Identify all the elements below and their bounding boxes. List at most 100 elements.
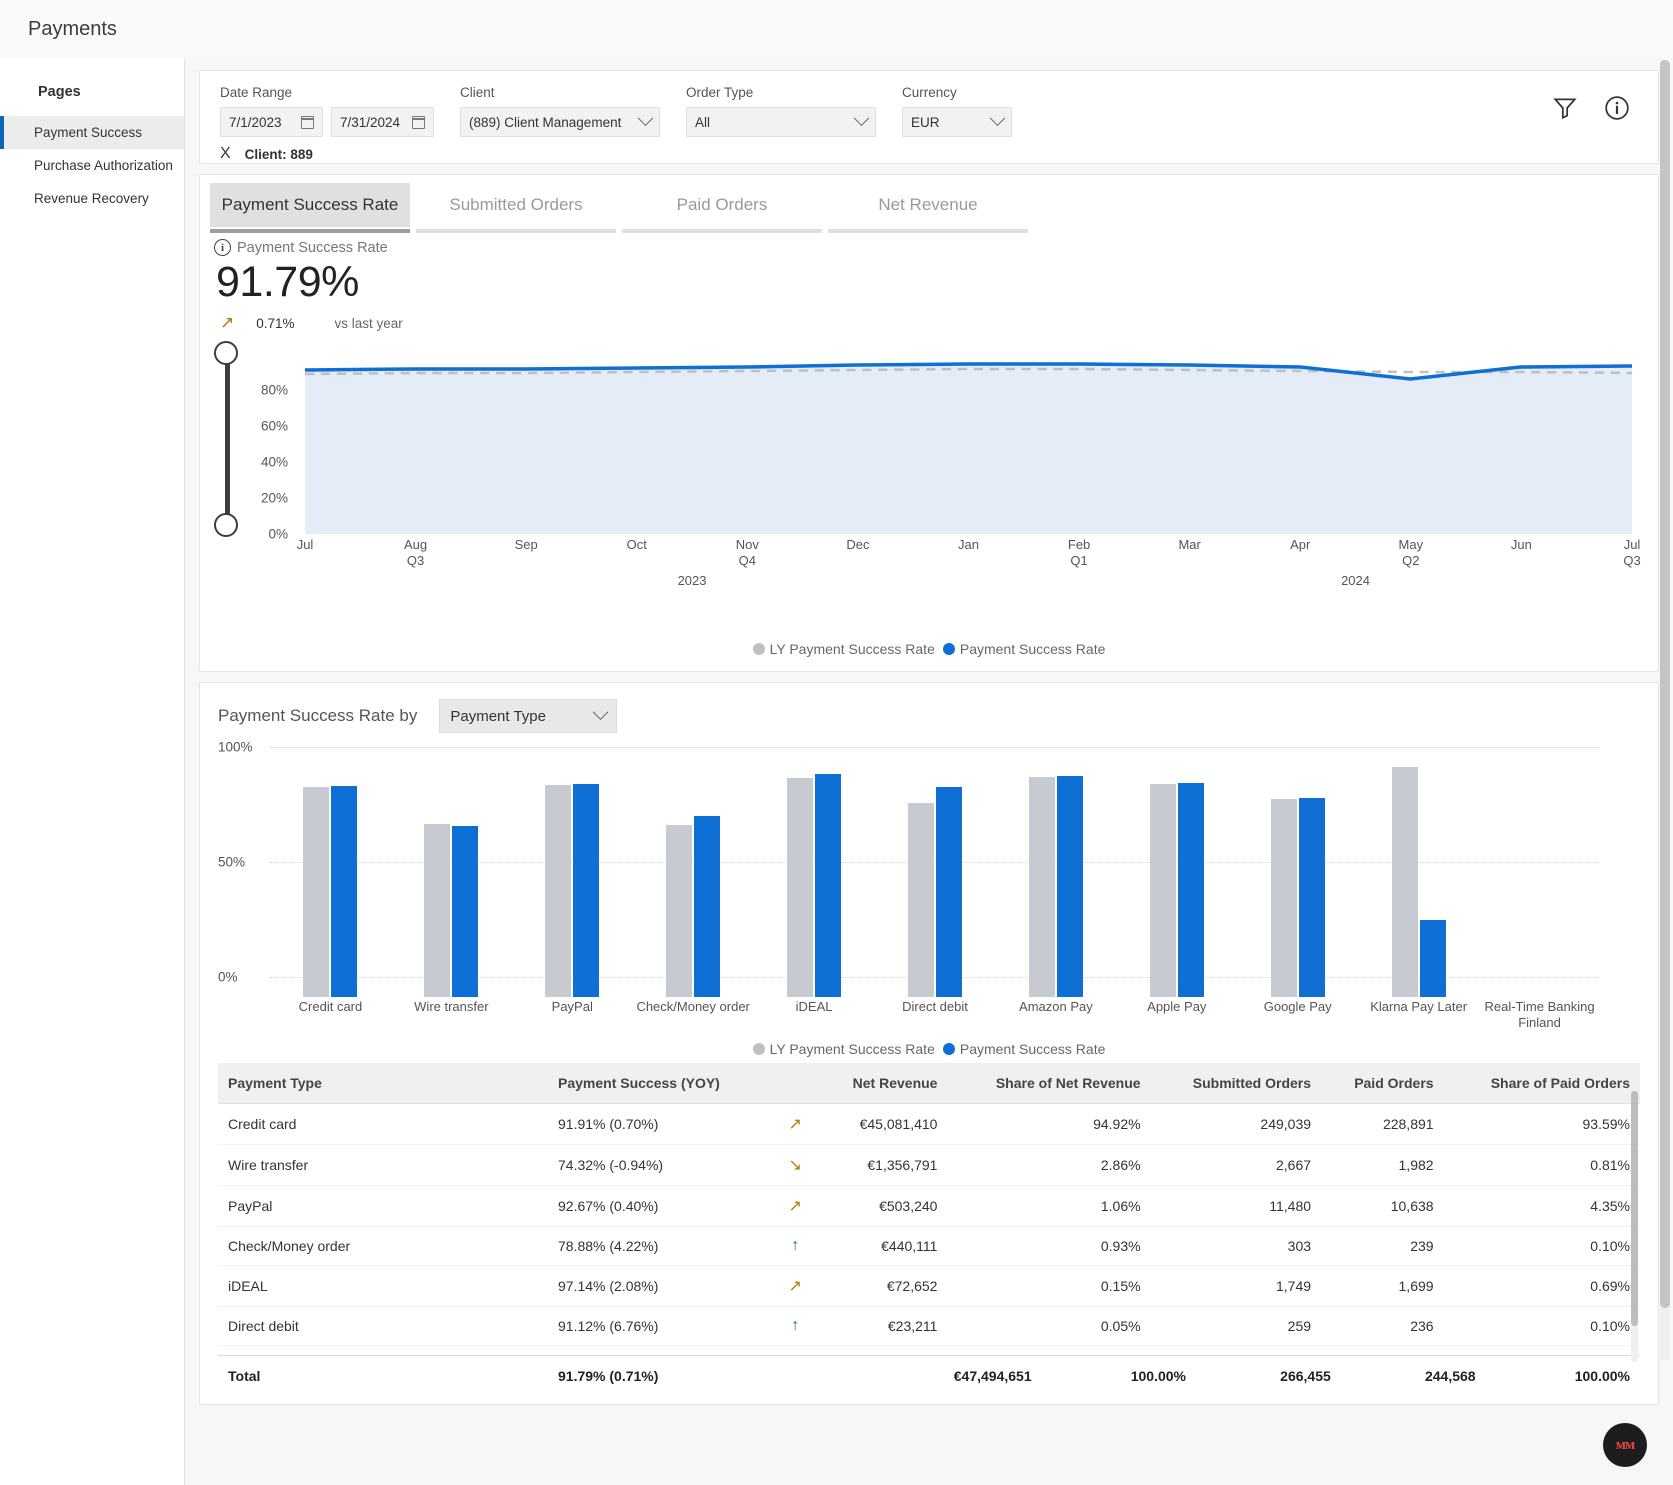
bar-current[interactable]	[1177, 783, 1204, 997]
bar-current[interactable]	[1298, 797, 1325, 997]
sidebar-item-payment-success[interactable]: Payment Success	[0, 116, 184, 149]
breakdown-header: Payment Success Rate by Payment Type	[218, 699, 1640, 733]
kpi-delta-value: 0.71%	[256, 315, 295, 331]
tab-net-revenue[interactable]: Net Revenue	[828, 183, 1028, 233]
bar-group[interactable]	[875, 747, 996, 997]
bar-category-label: Direct debit	[902, 999, 968, 1014]
client-select[interactable]: (889) Client Management	[460, 107, 660, 137]
date-start-input[interactable]: 7/1/2023	[220, 107, 323, 137]
bar-ly[interactable]	[787, 778, 814, 997]
payment-type-table: Payment Type Payment Success (YOY) Net R…	[218, 1063, 1640, 1355]
col-paid-orders[interactable]: Paid Orders	[1321, 1063, 1444, 1104]
bar-category-label: Apple Pay	[1147, 999, 1207, 1014]
payment-success-rate-line-chart: 0% 20% 40% 60% 80% Jul Aug Q3 Sep Oct No…	[200, 337, 1658, 637]
bar-current[interactable]	[1419, 920, 1446, 997]
sidebar-item-revenue-recovery[interactable]: Revenue Recovery	[0, 182, 184, 215]
cell-share-of-net-revenue: 1.06%	[947, 1185, 1151, 1227]
bar-ly[interactable]	[545, 784, 572, 997]
tab-underline	[828, 229, 1028, 233]
total-yoy: 91.79% (0.71%)	[548, 1355, 795, 1396]
remove-filter-icon[interactable]: X	[220, 145, 231, 163]
bar-ly[interactable]	[666, 825, 693, 997]
filter-icon[interactable]	[1552, 95, 1578, 121]
col-payment-success-yoy[interactable]: Payment Success (YOY)	[548, 1063, 773, 1104]
cell-payment-type: PayPal	[218, 1185, 548, 1227]
currency-select[interactable]: EUR	[902, 107, 1012, 137]
bar-group[interactable]	[995, 747, 1116, 997]
cell-submitted-orders: 478	[1150, 1345, 1322, 1355]
bar-current[interactable]	[452, 826, 479, 997]
bar-current[interactable]	[1056, 775, 1083, 997]
bar-group[interactable]	[1237, 747, 1358, 997]
y-axis-range-slider[interactable]	[214, 341, 240, 537]
bar-ly[interactable]	[1149, 783, 1176, 997]
tab-payment-success-rate[interactable]: Payment Success Rate	[210, 183, 410, 233]
bar-ly[interactable]	[907, 802, 934, 997]
bar-ly[interactable]	[424, 823, 451, 997]
bar-group[interactable]	[512, 747, 633, 997]
bar-group[interactable]	[391, 747, 512, 997]
bar-current[interactable]	[815, 773, 842, 997]
total-share-paid: 100.00%	[1485, 1355, 1640, 1396]
table-scrollbar[interactable]	[1631, 1089, 1638, 1362]
col-net-revenue[interactable]: Net Revenue	[818, 1063, 948, 1104]
table-row[interactable]: Credit card 91.91% (0.70%) ↗ €45,081,410 94.…	[218, 1103, 1640, 1145]
table-scroll-region[interactable]: Payment Type Payment Success (YOY) Net R…	[218, 1063, 1640, 1355]
slider-handle-bottom[interactable]	[214, 513, 238, 537]
info-icon[interactable]	[1604, 95, 1630, 121]
col-share-of-net-revenue[interactable]: Share of Net Revenue	[947, 1063, 1151, 1104]
slider-handle-top[interactable]	[214, 341, 238, 365]
cell-paid-orders: 228,891	[1321, 1103, 1444, 1145]
tab-label: Paid Orders	[676, 195, 768, 214]
order-type-select[interactable]: All	[686, 107, 876, 137]
bar-group[interactable]	[270, 747, 391, 997]
bar-current[interactable]	[573, 783, 600, 997]
legend-swatch-ly	[752, 643, 765, 655]
page-scrollbar-thumb[interactable]	[1660, 60, 1670, 1308]
tab-paid-orders[interactable]: Paid Orders	[622, 183, 822, 233]
filter-client: Client (889) Client Management	[460, 85, 660, 137]
bar-ly[interactable]	[1270, 799, 1297, 997]
table-row[interactable]: iDEAL 97.14% (2.08%) ↗ €72,652 0.15% 1,749 1,6…	[218, 1265, 1640, 1307]
cell-share-of-paid-orders: 0.69%	[1443, 1265, 1640, 1307]
line-x-month: Sep	[514, 537, 538, 552]
bar-ly[interactable]	[303, 787, 330, 997]
line-y-tick: 60%	[260, 418, 288, 434]
bar-current[interactable]	[694, 815, 721, 997]
table-row[interactable]: Check/Money order 78.88% (4.22%) ↑ €440,111…	[218, 1226, 1640, 1266]
sidebar-item-purchase-authorization[interactable]: Purchase Authorization	[0, 149, 184, 182]
bar-category-label: Klarna Pay Later	[1370, 999, 1468, 1014]
cell-paid-orders: 10,638	[1321, 1185, 1444, 1227]
col-submitted-orders[interactable]: Submitted Orders	[1150, 1063, 1322, 1104]
bar-category-label: Credit card	[298, 999, 363, 1014]
col-payment-type[interactable]: Payment Type	[218, 1063, 548, 1104]
table-row[interactable]: Wire transfer 74.32% (-0.94%) ↘ €1,356,791 2…	[218, 1144, 1640, 1186]
date-end-input[interactable]: 7/31/2024	[331, 107, 434, 137]
tab-submitted-orders[interactable]: Submitted Orders	[416, 183, 616, 233]
bar-ly[interactable]	[1391, 767, 1418, 997]
line-chart-y-axis: 0% 20% 40% 60% 80%	[244, 337, 288, 542]
info-icon[interactable]: i	[214, 239, 231, 256]
currency-value: EUR	[911, 114, 940, 130]
cell-trend-icon: ↗	[772, 1103, 819, 1145]
bar-current[interactable]	[935, 787, 962, 997]
bar-group[interactable]	[1479, 747, 1600, 997]
legend-swatch-cy	[942, 1043, 955, 1055]
col-share-of-paid-orders[interactable]: Share of Paid Orders	[1443, 1063, 1640, 1104]
bar-group[interactable]	[633, 747, 754, 997]
page-scrollbar[interactable]	[1660, 60, 1670, 1360]
payment-type-table-total: Total 91.79% (0.71%) €47,494,651 100.00%…	[218, 1355, 1640, 1396]
cell-submitted-orders: 249,039	[1150, 1103, 1322, 1145]
cell-payment-success-yoy: 91.12% (6.76%)	[548, 1306, 773, 1346]
bar-ly[interactable]	[1028, 776, 1055, 997]
bar-current[interactable]	[331, 785, 358, 997]
table-scrollbar-thumb[interactable]	[1631, 1091, 1638, 1326]
dimension-select[interactable]: Payment Type	[439, 699, 618, 733]
bar-group[interactable]	[1358, 747, 1479, 997]
bar-group[interactable]	[1116, 747, 1237, 997]
table-row[interactable]: Direct debit 91.12% (6.76%) ↑ €23,211 0.05% 2…	[218, 1306, 1640, 1346]
bar-group[interactable]	[754, 747, 875, 997]
table-row[interactable]: PayPal 92.67% (0.40%) ↗ €503,240 1.06% 11,480…	[218, 1185, 1640, 1227]
breakdown-title: Payment Success Rate by	[218, 706, 418, 725]
table-row[interactable]: Amazon Pay96.23% (0.42%)↗€7,3700.02%4784…	[218, 1345, 1640, 1355]
